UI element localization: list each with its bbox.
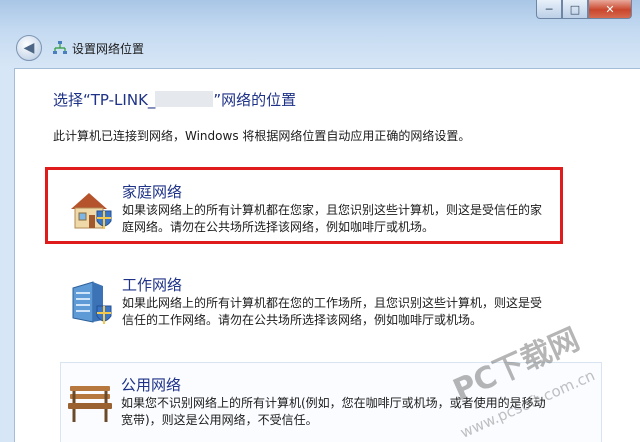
home-option-highlight: [45, 167, 563, 244]
back-button[interactable]: ◀: [16, 35, 42, 61]
work-network-icon: [72, 281, 112, 324]
window-controls: ─ □ ✕: [536, 0, 632, 20]
window: ─ □ ✕ ◀ 设置网络位置 选择“TP-LINK_ ”网络的位置 此计算机已连接…: [0, 0, 640, 442]
heading-suffix: ”网络的位置: [213, 91, 297, 109]
page-heading: 选择“TP-LINK_ ”网络的位置: [53, 89, 296, 110]
heading-prefix: 选择“TP-LINK_: [53, 91, 156, 109]
nav-title: 设置网络位置: [72, 41, 145, 56]
public-network-icon: [68, 386, 112, 422]
option-work-network[interactable]: 工作网络 如果此网络上的所有计算机都在您的工作场所，且您识别这些计算机，则这是受…: [61, 274, 561, 334]
navigation-bar: ◀ 设置网络位置: [16, 35, 145, 61]
back-arrow-icon: ◀: [23, 40, 35, 56]
option-title: 公用网络: [121, 376, 182, 394]
masked-network-name: [155, 91, 214, 107]
maximize-button[interactable]: □: [562, 0, 588, 19]
option-title: 工作网络: [122, 276, 183, 294]
page-description: 此计算机已连接到网络，Windows 将根据网络位置自动应用正确的网络设置。: [53, 129, 471, 143]
network-icon: [53, 41, 67, 54]
option-description: 如果此网络上的所有计算机都在您的工作场所，且您识别这些计算机，则这是受信任的工作…: [122, 296, 543, 327]
close-button[interactable]: ✕: [588, 0, 632, 19]
minimize-button[interactable]: ─: [536, 0, 562, 19]
